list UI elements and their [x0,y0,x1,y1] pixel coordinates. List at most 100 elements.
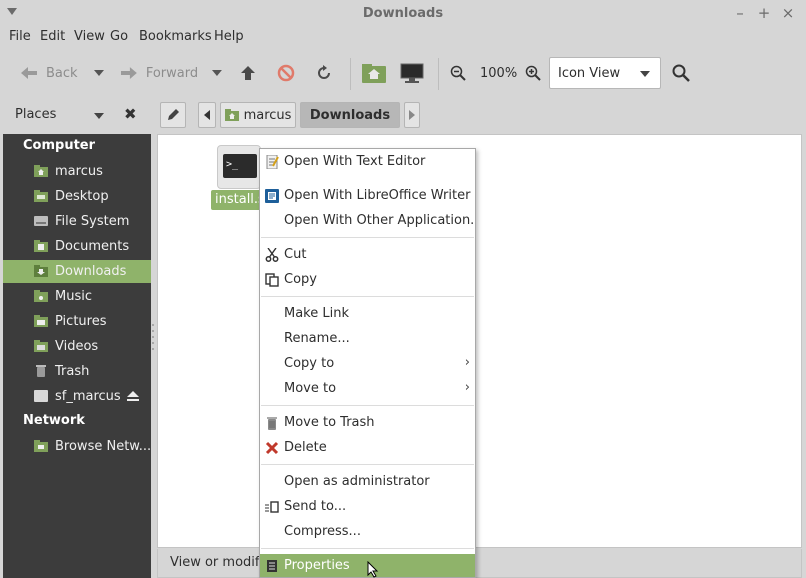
menu-bar: File Edit View Go Bookmarks Help [0,28,806,48]
sidebar-item-label: Music [55,289,92,304]
menu-item-label: Cut [284,247,307,262]
home-button[interactable] [361,58,387,88]
pane-resize-handle[interactable] [151,322,155,350]
sidebar-item-label: Downloads [55,264,127,279]
home-folder-icon [362,64,386,83]
folder-icon [34,190,48,202]
menu-item-copy[interactable]: Copy [260,268,475,292]
scissors-icon [265,248,279,262]
view-mode-value: Icon View [558,66,621,81]
zoom-out-icon [450,65,466,81]
sidebar-item-label: sf_marcus [55,389,121,404]
path-forward-arrow-button[interactable] [404,102,420,128]
sidebar-item-videos[interactable]: Videos [3,335,151,358]
reload-button[interactable] [315,58,333,88]
view-mode-select[interactable]: Icon View [549,57,661,89]
menu-item-copy-to[interactable]: Copy to › [260,352,475,376]
path-item-marcus[interactable]: marcus [220,102,296,128]
sidebar-item-desktop[interactable]: Desktop [3,185,151,208]
home-folder-icon [34,165,48,177]
menu-item-open-with-libreoffice-writer[interactable]: Open With LibreOffice Writer [260,184,475,208]
menu-item-open-with-other-application[interactable]: Open With Other Application... [260,209,475,233]
forward-arrow-icon [120,67,137,79]
sidebar-item-music[interactable]: Music [3,285,151,308]
context-menu: Open With Text Editor Open With LibreOff… [259,148,476,578]
terminal-icon: >_ [223,154,257,178]
minimize-icon[interactable]: – [731,4,749,22]
menu-item-label: Open as administrator [284,474,430,489]
sidebar-item-label: Videos [55,339,99,354]
menu-item-label: Move to Trash [284,415,375,430]
places-chevron-down-icon[interactable] [94,113,104,119]
places-label[interactable]: Places [15,107,56,122]
sidebar-item-label: Desktop [55,189,109,204]
chevron-down-icon [640,71,650,77]
shell-script-file-icon[interactable]: >_ [217,145,261,189]
path-back-arrow-button[interactable] [198,102,216,128]
back-history-chevron-down-icon[interactable] [93,70,104,76]
menu-item-send-to[interactable]: Send to... [260,495,475,519]
menu-item-rename[interactable]: Rename... [260,327,475,351]
close-sidebar-icon[interactable]: ✖ [124,105,137,123]
properties-icon [267,560,277,572]
forward-button[interactable]: Forward [120,58,222,88]
zoom-in-button[interactable] [525,58,541,88]
places-bar: Places ✖ [0,100,152,132]
menu-view[interactable]: View [74,29,105,44]
menu-separator [261,548,474,549]
sidebar-item-trash[interactable]: Trash [3,360,151,383]
menu-help[interactable]: Help [214,29,244,44]
mouse-cursor-icon [367,561,379,578]
sidebar-item-documents[interactable]: Documents [3,235,151,258]
path-item-label: marcus [243,107,292,123]
toggle-location-entry-button[interactable] [160,102,186,128]
menu-item-compress[interactable]: Compress... [260,520,475,544]
menu-item-delete[interactable]: Delete [260,436,475,460]
computer-button[interactable] [400,58,424,88]
sidebar-item-downloads[interactable]: Downloads [3,260,151,283]
menu-item-open-as-administrator[interactable]: Open as administrator [260,470,475,494]
title-bar: Downloads – + × [0,0,806,28]
close-icon[interactable]: × [779,4,797,22]
forward-history-chevron-down-icon[interactable] [212,70,222,76]
delete-x-icon [265,441,279,455]
videos-folder-icon [34,340,48,352]
path-item-downloads[interactable]: Downloads [300,102,400,128]
sidebar-item-sf-marcus[interactable]: sf_marcus [3,385,151,408]
menu-file[interactable]: File [9,29,31,44]
menu-item-label: Rename... [284,331,350,346]
sidebar-item-marcus[interactable]: marcus [3,160,151,183]
zoom-out-button[interactable] [450,58,466,88]
menu-go[interactable]: Go [110,29,128,44]
menu-item-move-to[interactable]: Move to › [260,377,475,401]
menu-separator [261,464,474,465]
sidebar-item-file-system[interactable]: File System [3,210,151,233]
path-bar: marcus Downloads [158,100,806,132]
menu-bookmarks[interactable]: Bookmarks [139,29,212,44]
file-name-label[interactable]: install.s [211,190,261,210]
menu-separator [261,296,474,297]
back-arrow-icon [21,67,37,79]
maximize-icon[interactable]: + [755,4,773,22]
sidebar-item-label: Browse Netw... [55,439,152,454]
computer-icon [400,63,424,83]
eject-icon[interactable] [127,391,139,402]
libreoffice-writer-icon [265,189,279,203]
menu-edit[interactable]: Edit [40,29,65,44]
menu-item-label: Make Link [284,306,349,321]
menu-item-make-link[interactable]: Make Link [260,302,475,326]
sidebar-item-pictures[interactable]: Pictures [3,310,151,333]
search-icon [672,64,690,82]
zoom-level[interactable]: 100% [480,58,517,88]
menu-item-cut[interactable]: Cut [260,243,475,267]
up-button[interactable] [240,58,256,88]
music-folder-icon [34,290,48,302]
stop-button[interactable] [277,58,295,88]
search-button[interactable] [672,58,690,88]
trash-icon [267,417,277,430]
menu-item-open-with-text-editor[interactable]: Open With Text Editor [260,150,475,174]
back-button[interactable]: Back [20,58,108,88]
sidebar-item-browse-network[interactable]: Browse Netw... [3,435,151,458]
menu-item-move-to-trash[interactable]: Move to Trash [260,411,475,435]
home-folder-icon [224,109,239,121]
